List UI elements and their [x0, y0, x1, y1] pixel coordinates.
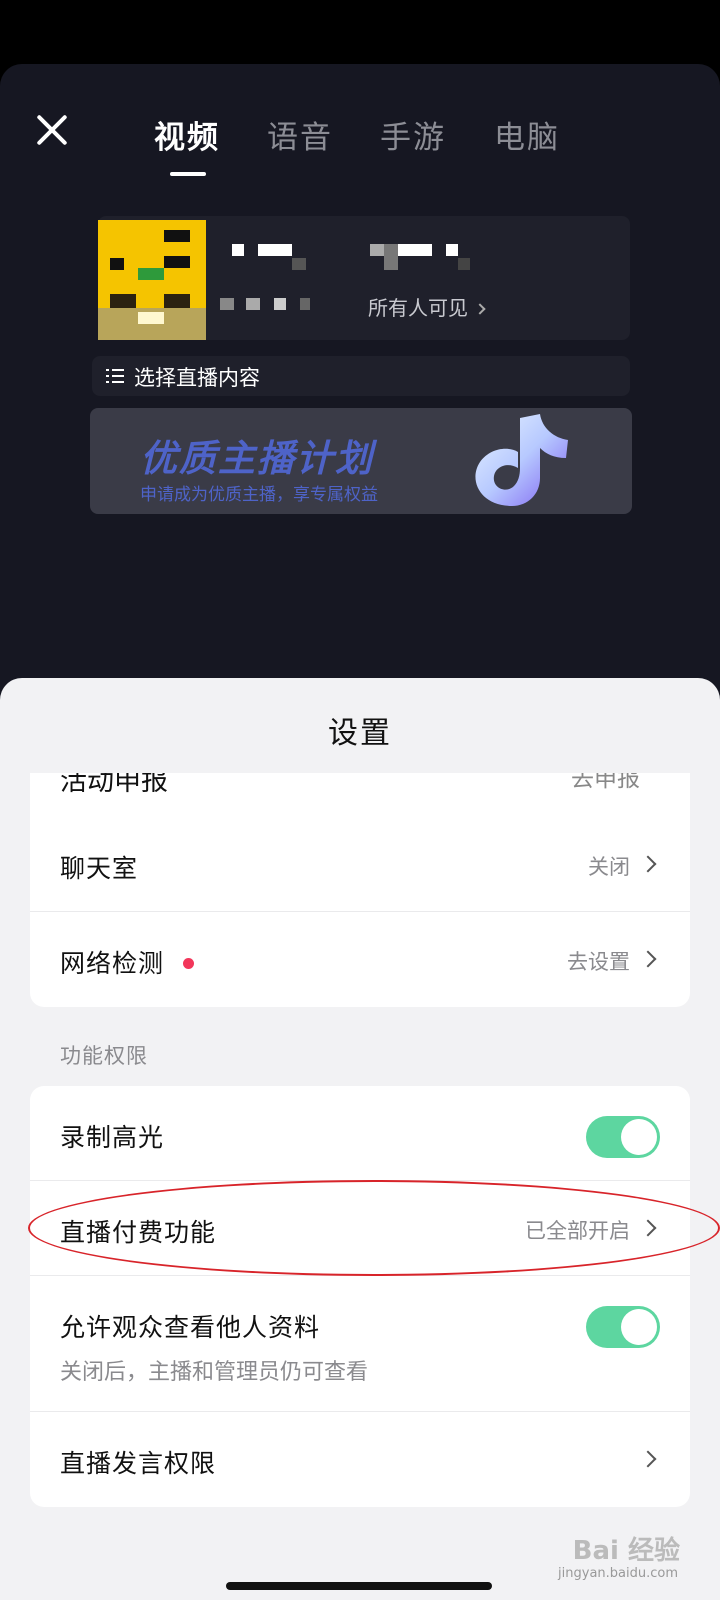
- network-check-label: 网络检测: [60, 949, 165, 978]
- tab-mobile-game[interactable]: 手游: [380, 112, 446, 157]
- watermark-url: jingyan.baidu.com: [558, 1566, 678, 1581]
- list-icon: [106, 367, 124, 385]
- mode-tabs: 视频 语音 手游 电脑: [0, 112, 720, 182]
- chevron-right-icon: [639, 950, 657, 968]
- settings-group-permissions: 录制高光 直播付费功能 已全部开启 允许观众查看他人资料 关闭后，主播和管理员仍…: [30, 1086, 690, 1507]
- chat-room-value: 关闭: [588, 855, 630, 879]
- toggle-knob: [621, 1309, 657, 1345]
- view-profiles-toggle[interactable]: [586, 1306, 660, 1348]
- red-dot-badge: [183, 958, 194, 969]
- activity-report-value: 去申报: [571, 773, 640, 792]
- select-content-button[interactable]: 选择直播内容: [92, 356, 630, 396]
- red-annotation-ellipse: [28, 1180, 720, 1276]
- settings-group-general: 聊天室 关闭 网络检测 去设置: [30, 817, 690, 1007]
- visibility-label: 所有人可见: [368, 296, 468, 320]
- chat-room-label: 聊天室: [60, 854, 139, 883]
- activity-report-label: 活动申报: [60, 773, 168, 797]
- view-profiles-label: 允许观众查看他人资料: [60, 1313, 321, 1342]
- quality-streamer-banner[interactable]: 优质主播计划 申请成为优质主播，享专属权益: [90, 408, 632, 514]
- record-highlights-row: 录制高光: [30, 1086, 690, 1181]
- record-highlights-toggle[interactable]: [586, 1116, 660, 1158]
- toggle-knob: [621, 1119, 657, 1155]
- view-profiles-sublabel: 关闭后，主播和管理员仍可查看: [60, 1360, 369, 1385]
- view-profiles-row: 允许观众查看他人资料 关闭后，主播和管理员仍可查看: [30, 1276, 690, 1412]
- tab-voice[interactable]: 语音: [267, 112, 333, 157]
- activity-report-row[interactable]: 活动申报 去申报: [30, 773, 690, 817]
- banner-title: 优质主播计划: [140, 437, 374, 480]
- select-content-label: 选择直播内容: [134, 366, 260, 390]
- chevron-right-icon: [474, 303, 486, 315]
- tab-pc[interactable]: 电脑: [494, 112, 560, 157]
- active-tab-indicator: [170, 172, 206, 176]
- music-note-logo-icon: [475, 414, 568, 506]
- baidu-watermark-logo: Bai 经验: [572, 1536, 680, 1566]
- cover-thumbnail[interactable]: [98, 220, 206, 340]
- chevron-right-icon: [639, 1450, 657, 1468]
- network-check-value: 去设置: [567, 950, 630, 974]
- visibility-selector[interactable]: 所有人可见: [368, 292, 486, 321]
- record-highlights-label: 录制高光: [60, 1123, 165, 1152]
- banner-subtitle: 申请成为优质主播，享专属权益: [140, 485, 378, 505]
- chat-room-row[interactable]: 聊天室 关闭: [30, 817, 690, 912]
- section-header-permissions: 功能权限: [60, 1044, 148, 1068]
- home-indicator[interactable]: [226, 1582, 492, 1590]
- speak-permission-label: 直播发言权限: [60, 1449, 217, 1478]
- network-check-row[interactable]: 网络检测 去设置: [30, 912, 690, 1007]
- settings-title: 设置: [328, 716, 392, 751]
- chevron-right-icon: [639, 855, 657, 873]
- speak-permission-row[interactable]: 直播发言权限: [30, 1412, 690, 1507]
- tab-video[interactable]: 视频: [154, 112, 220, 157]
